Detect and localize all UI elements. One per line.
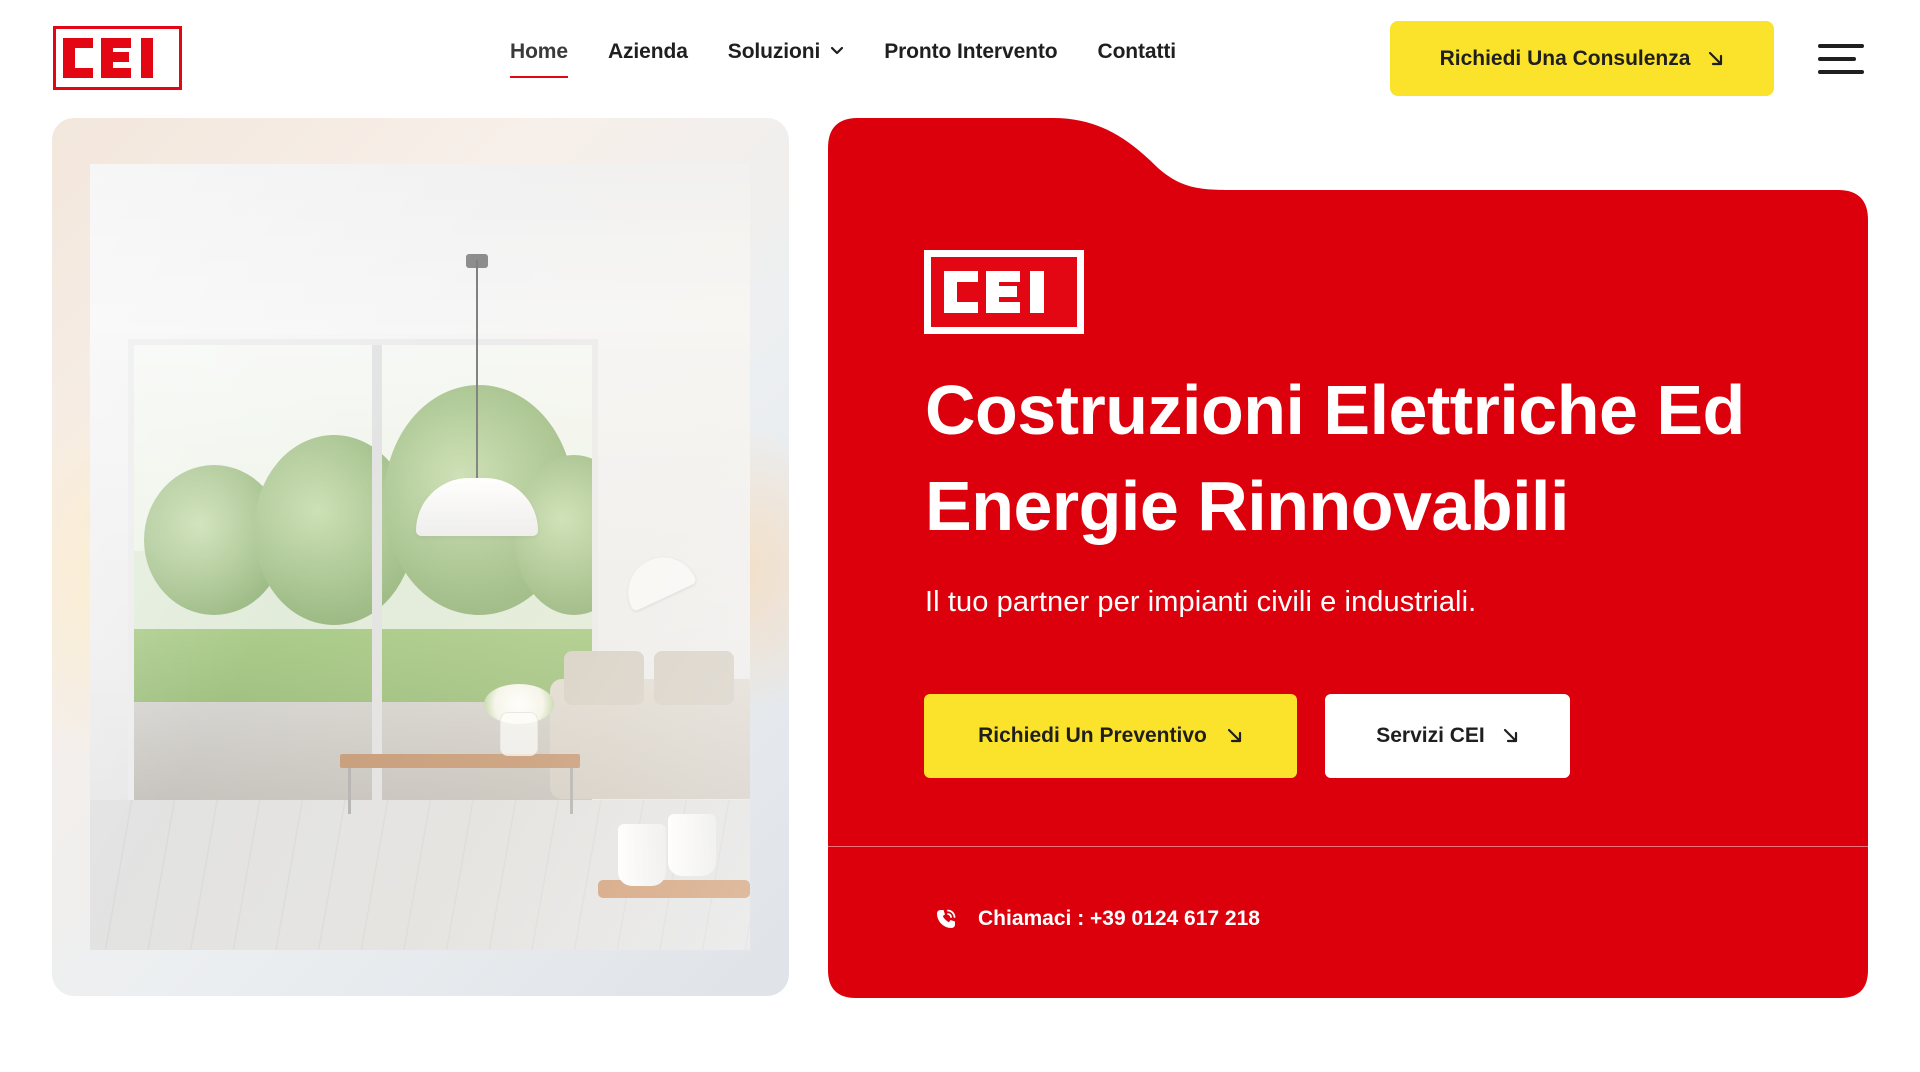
hamburger-line <box>1818 57 1856 61</box>
phone-icon <box>937 909 956 928</box>
nav-item-soluzioni[interactable]: Soluzioni <box>728 40 844 80</box>
site-logo[interactable] <box>53 26 182 90</box>
request-quote-button[interactable]: Richiedi Un Preventivo <box>924 694 1297 778</box>
nav-item-contatti[interactable]: Contatti <box>1098 40 1177 80</box>
arrow-down-right-icon <box>1503 728 1517 743</box>
main-nav: Home Azienda Soluzioni Pronto Intervento… <box>510 40 1216 80</box>
site-header: Home Azienda Soluzioni Pronto Intervento… <box>0 0 1920 110</box>
nav-item-pronto-intervento[interactable]: Pronto Intervento <box>884 40 1057 80</box>
cei-logo-mark <box>944 271 1044 313</box>
living-room-image <box>90 164 750 950</box>
arrow-down-right-icon <box>1709 51 1723 65</box>
hamburger-menu-icon[interactable] <box>1818 44 1864 76</box>
nav-item-home[interactable]: Home <box>510 40 568 80</box>
hero-logo <box>924 250 1084 334</box>
hero-title-line-2: Energie Rinnovabili <box>925 467 1569 545</box>
hero-title-line-1: Costruzioni Elettriche Ed <box>925 371 1745 449</box>
consultation-button[interactable]: Richiedi Una Consulenza <box>1390 21 1774 96</box>
hero-photo <box>52 118 789 996</box>
divider <box>828 846 1868 847</box>
hamburger-line <box>1818 44 1864 48</box>
phone-link[interactable]: Chiamaci : +39 0124 617 218 <box>934 907 1260 931</box>
hero-panel: Costruzioni Elettriche Ed Energie Rinnov… <box>828 118 1868 998</box>
hamburger-line <box>1818 70 1864 74</box>
nav-item-azienda[interactable]: Azienda <box>608 40 688 80</box>
chevron-down-icon <box>831 46 844 55</box>
arrow-down-right-icon <box>1227 728 1241 743</box>
hero-title: Costruzioni Elettriche Ed Energie Rinnov… <box>925 362 1825 554</box>
hero-subtitle: Il tuo partner per impianti civili e ind… <box>925 586 1477 618</box>
phone-label: Chiamaci : +39 0124 617 218 <box>978 907 1260 930</box>
cei-logo-mark <box>62 38 153 78</box>
services-button[interactable]: Servizi CEI <box>1325 694 1570 778</box>
